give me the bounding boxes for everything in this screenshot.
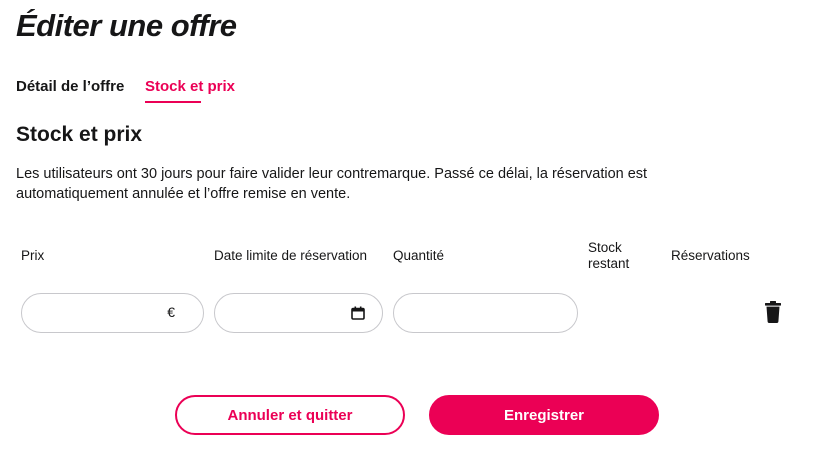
section-description: Les utilisateurs ont 30 jours pour faire… [16,166,648,202]
column-header-quantity: Quantité [393,248,445,263]
column-header-reservations: Réservations [671,248,750,263]
column-header-price: Prix [21,248,45,263]
edit-offer-page: Éditer une offre Détail de l’offre Stock… [0,0,828,450]
trash-icon[interactable] [764,301,782,323]
column-header-remaining-stock: Stock restant [588,240,648,272]
calendar-icon[interactable] [351,306,365,320]
quantity-input[interactable] [393,293,578,333]
cancel-and-quit-button[interactable]: Annuler et quitter [175,395,405,435]
tab-stock-price[interactable]: Stock et prix [145,78,235,95]
column-header-remaining-stock-line2: restant [588,256,630,271]
save-button[interactable]: Enregistrer [429,395,659,435]
active-tab-indicator [145,101,201,103]
price-input[interactable]: € [21,293,204,333]
section-title: Stock et prix [16,123,143,146]
tab-offer-details[interactable]: Détail de l’offre [16,78,124,95]
column-header-remaining-stock-line1: Stock [588,240,622,255]
column-header-booking-limit-date: Date limite de réservation [214,248,368,263]
page-title: Éditer une offre [16,8,237,43]
euro-suffix: € [167,304,175,320]
booking-limit-date-input[interactable] [214,293,383,333]
